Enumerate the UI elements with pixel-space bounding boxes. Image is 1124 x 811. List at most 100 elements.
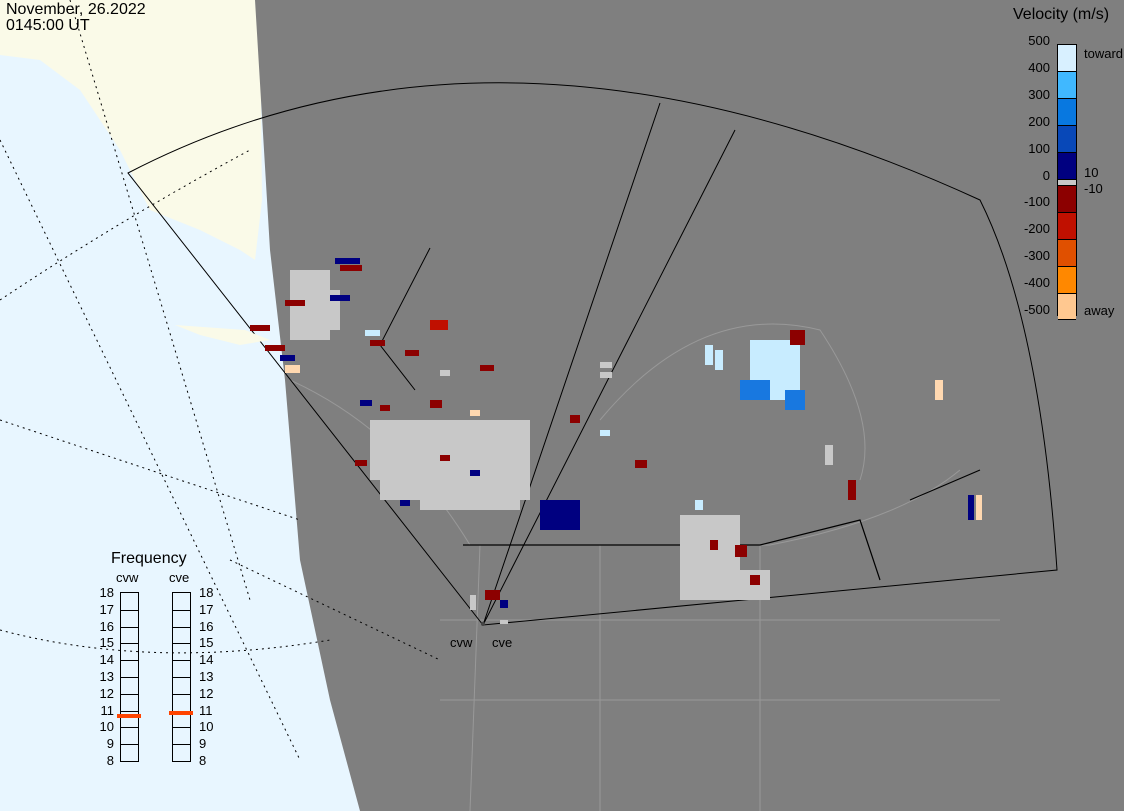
colorbar-tick: -400 xyxy=(1023,275,1050,291)
velocity-cell xyxy=(285,300,305,306)
velocity-cell xyxy=(790,330,805,345)
velocity-cell xyxy=(848,480,856,500)
frequency-bar-cvw xyxy=(120,592,139,762)
velocity-cell xyxy=(695,500,703,510)
colorbar-segment xyxy=(1058,186,1076,213)
frequency-tick: 15 xyxy=(99,635,114,651)
velocity-cell xyxy=(540,500,580,530)
velocity-cell xyxy=(600,430,610,436)
velocity-cell xyxy=(635,460,647,468)
velocity-cell xyxy=(600,362,612,368)
velocity-cell xyxy=(480,365,494,371)
velocity-cell xyxy=(330,295,350,301)
velocity-cell xyxy=(335,258,360,264)
threshold-pos-label: 10 xyxy=(1084,165,1099,180)
velocity-cell xyxy=(935,380,943,400)
velocity-cell xyxy=(430,400,442,408)
velocity-cell xyxy=(250,325,270,331)
frequency-tick: 11 xyxy=(100,702,115,718)
date-label: November, 26.2022 xyxy=(6,1,146,18)
velocity-cell xyxy=(420,495,520,510)
freq-radar-label-cve: cve xyxy=(169,570,190,585)
frequency-tick: 15 xyxy=(199,635,214,651)
frequency-marker xyxy=(169,710,193,715)
colorbar-tick: 500 xyxy=(1028,33,1050,48)
colorbar-tick: 0 xyxy=(1042,167,1050,183)
colorbar-segment xyxy=(1058,153,1076,180)
velocity-colorbar xyxy=(1057,44,1077,320)
frequency-tick: 16 xyxy=(199,618,214,634)
frequency-tick: 9 xyxy=(199,736,207,752)
frequency-tick: 16 xyxy=(99,618,114,634)
colorbar-tick: 100 xyxy=(1028,140,1050,156)
colorbar-segment xyxy=(1058,45,1076,72)
radar-site xyxy=(481,622,485,626)
velocity-cell xyxy=(340,265,362,271)
velocity-cell xyxy=(705,345,713,365)
colorbar-segment xyxy=(1058,126,1076,153)
velocity-cell xyxy=(470,595,476,610)
velocity-cell xyxy=(265,345,285,351)
frequency-tick: 18 xyxy=(99,585,114,600)
away-label: away xyxy=(1084,303,1115,318)
frequency-tick: 8 xyxy=(199,753,207,768)
colorbar-tick: 200 xyxy=(1028,113,1050,129)
velocity-cell xyxy=(600,372,612,378)
velocity-cell xyxy=(380,405,390,411)
frequency-title: Frequency xyxy=(111,550,187,567)
threshold-neg-label: -10 xyxy=(1084,181,1103,196)
frequency-tick: 12 xyxy=(199,685,214,701)
colorbar-tick: 300 xyxy=(1028,86,1050,102)
frequency-tick: 10 xyxy=(99,719,114,735)
velocity-cell xyxy=(785,390,805,410)
velocity-cell xyxy=(968,495,974,520)
colorbar-title: Velocity (m/s) xyxy=(1013,6,1110,23)
frequency-tick: 18 xyxy=(199,585,214,600)
velocity-cell xyxy=(500,600,508,608)
velocity-cell xyxy=(570,415,580,423)
colorbar-tick: 400 xyxy=(1028,59,1050,75)
frequency-tick: 11 xyxy=(199,702,213,718)
velocity-cell xyxy=(355,460,367,466)
colorbar-tick: -100 xyxy=(1023,194,1050,210)
velocity-cell xyxy=(365,330,380,336)
frequency-tick: 8 xyxy=(106,753,114,768)
velocity-cell xyxy=(400,500,410,506)
colorbar-tick: -500 xyxy=(1023,302,1050,317)
frequency-tick: 13 xyxy=(199,669,214,684)
time-label: 0145:00 UT xyxy=(6,17,90,34)
colorbar-tick: -300 xyxy=(1023,248,1050,264)
freq-radar-label-cvw: cvw xyxy=(116,570,139,585)
frequency-tick: 17 xyxy=(99,601,114,617)
velocity-cell xyxy=(280,355,295,361)
velocity-cell xyxy=(976,495,982,520)
frequency-tick: 9 xyxy=(106,736,114,752)
velocity-cell xyxy=(405,350,419,356)
colorbar-segment xyxy=(1058,267,1076,294)
velocity-cell xyxy=(470,410,480,416)
velocity-cell xyxy=(485,590,500,600)
colorbar-segment xyxy=(1058,213,1076,240)
frequency-bar-cve xyxy=(172,592,191,762)
colorbar-segment xyxy=(1058,240,1076,267)
frequency-tick: 13 xyxy=(99,669,114,684)
toward-label: toward xyxy=(1084,46,1124,61)
velocity-cell xyxy=(740,380,770,400)
frequency-tick: 10 xyxy=(199,719,214,735)
velocity-cell xyxy=(750,575,760,585)
colorbar-tick: -200 xyxy=(1023,221,1050,237)
velocity-cell xyxy=(735,545,747,557)
frequency-tick: 12 xyxy=(99,685,114,701)
radar-label-cve: cve xyxy=(492,635,513,650)
velocity-cell xyxy=(370,340,385,346)
frequency-tick: 14 xyxy=(199,652,214,668)
velocity-cell xyxy=(430,320,448,330)
colorbar-segment xyxy=(1058,99,1076,126)
frequency-tick: 17 xyxy=(199,601,214,617)
frequency-tick: 14 xyxy=(99,652,114,668)
velocity-cell xyxy=(285,365,300,373)
velocity-cell xyxy=(470,470,480,476)
velocity-cell xyxy=(360,400,372,406)
velocity-cell xyxy=(440,370,450,376)
velocity-cell xyxy=(825,445,833,465)
